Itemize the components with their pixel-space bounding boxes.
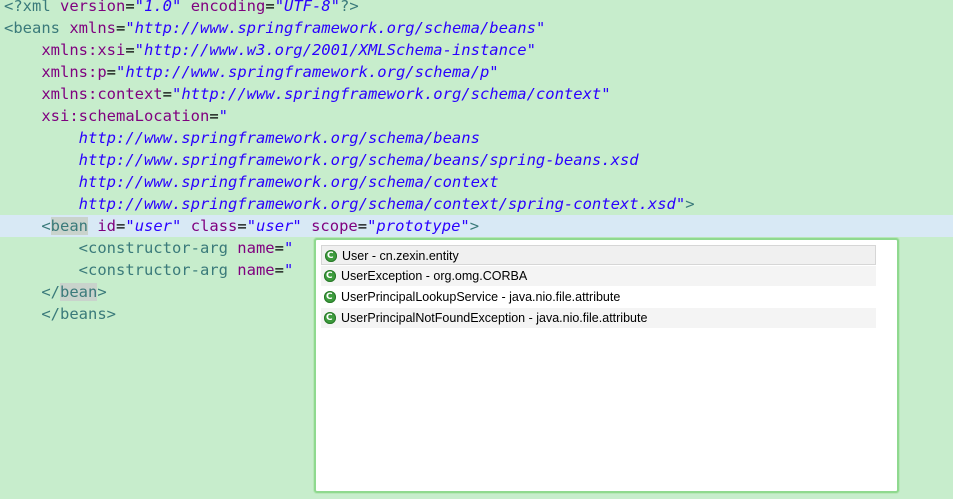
code-token: " [283,261,294,279]
code-line[interactable]: <beans xmlns="http://www.springframework… [0,17,953,39]
code-token: " [283,239,294,257]
code-token: xsi:schemaLocation [41,107,210,125]
proposal-item[interactable]: UserPrincipalNotFoundException - java.ni… [321,308,876,328]
code-line[interactable]: <bean id="user" class="user" scope="prot… [0,215,953,237]
code-token: <?xml [4,0,60,15]
code-line[interactable]: http://www.springframework.org/schema/co… [0,193,953,215]
code-token: = [116,19,126,37]
code-token: > [97,283,107,301]
proposal-label: User - cn.zexin.entity [342,249,459,263]
code-token: <constructor-arg [78,239,238,257]
content-assist-popup[interactable]: User - cn.zexin.entity UserException - or… [314,238,899,493]
class-icon [324,308,336,328]
class-icon [324,266,336,286]
code-token: xmlns [69,19,116,37]
code-token: " [292,217,302,235]
code-token: = [125,0,135,15]
code-token: = [162,85,172,103]
code-token: = [125,41,135,59]
code-token: = [274,239,284,257]
code-token: = [237,217,247,235]
code-token: class [190,217,238,235]
code-line[interactable]: xsi:schemaLocation=" [0,105,953,127]
code-token: = [274,261,284,279]
code-token: xmlns:context [41,85,163,103]
code-token: "1.0" [134,0,182,15]
code-token: <beans [4,19,70,37]
code-token: xmlns:p [41,63,107,81]
code-token: "http://www.springframework.org/schema/c… [172,85,611,103]
code-token: bean [50,217,88,235]
code-token: name [237,239,275,257]
code-token: encoding [190,0,266,15]
proposal-label: UserPrincipalNotFoundException - java.ni… [341,311,648,325]
code-token: > [469,217,480,235]
code-token: = [265,0,275,15]
code-token: http://www.springframework.org/schema/co… [78,173,499,191]
code-token: > [685,195,695,213]
class-icon [324,287,336,307]
code-token: http://www.springframework.org/schema/co… [78,195,686,213]
code-token: bean [60,283,98,301]
code-token: http://www.springframework.org/schema/be… [78,129,480,147]
proposal-item[interactable]: User - cn.zexin.entity [321,245,876,266]
proposal-label: UserException - org.omg.CORBA [341,269,528,283]
code-token: </ [41,283,60,301]
code-token: = [357,217,368,235]
code-token: = [116,217,126,235]
code-token: xmlns:xsi [41,41,126,59]
code-token: = [209,107,219,125]
code-line[interactable]: xmlns:p="http://www.springframework.org/… [0,61,953,83]
code-line[interactable]: http://www.springframework.org/schema/be… [0,149,953,171]
code-token: "user" [125,217,182,235]
code-line[interactable]: <?xml version="1.0" encoding="UTF-8"?> [0,0,953,17]
code-token: "user [246,217,294,235]
code-line[interactable]: http://www.springframework.org/schema/co… [0,171,953,193]
proposal-item[interactable]: UserPrincipalLookupService - java.nio.fi… [321,287,876,307]
code-token: < [41,217,51,235]
code-token: name [237,261,275,279]
code-token: "UTF-8" [274,0,341,15]
code-token: = [106,63,116,81]
proposal-item[interactable]: UserException - org.omg.CORBA [321,266,876,286]
code-token: "http://www.springframework.org/schema/b… [125,19,546,37]
code-token: "prototype" [367,217,470,235]
code-token: </beans> [41,305,116,323]
code-line[interactable]: http://www.springframework.org/schema/be… [0,127,953,149]
proposal-label: UserPrincipalLookupService - java.nio.fi… [341,290,621,304]
code-token: " [218,107,228,125]
code-token: id [97,217,117,235]
code-line[interactable]: xmlns:xsi="http://www.w3.org/2001/XMLSch… [0,39,953,61]
code-token: ?> [340,0,359,15]
code-token: http://www.springframework.org/schema/be… [78,151,639,169]
code-token: scope [311,217,358,235]
code-token: "http://www.springframework.org/schema/p… [116,63,499,81]
code-line[interactable]: xmlns:context="http://www.springframewor… [0,83,953,105]
class-icon [325,246,337,266]
code-token: version [60,0,126,15]
code-token: <constructor-arg [78,261,238,279]
code-token: "http://www.w3.org/2001/XMLSchema-instan… [134,41,536,59]
